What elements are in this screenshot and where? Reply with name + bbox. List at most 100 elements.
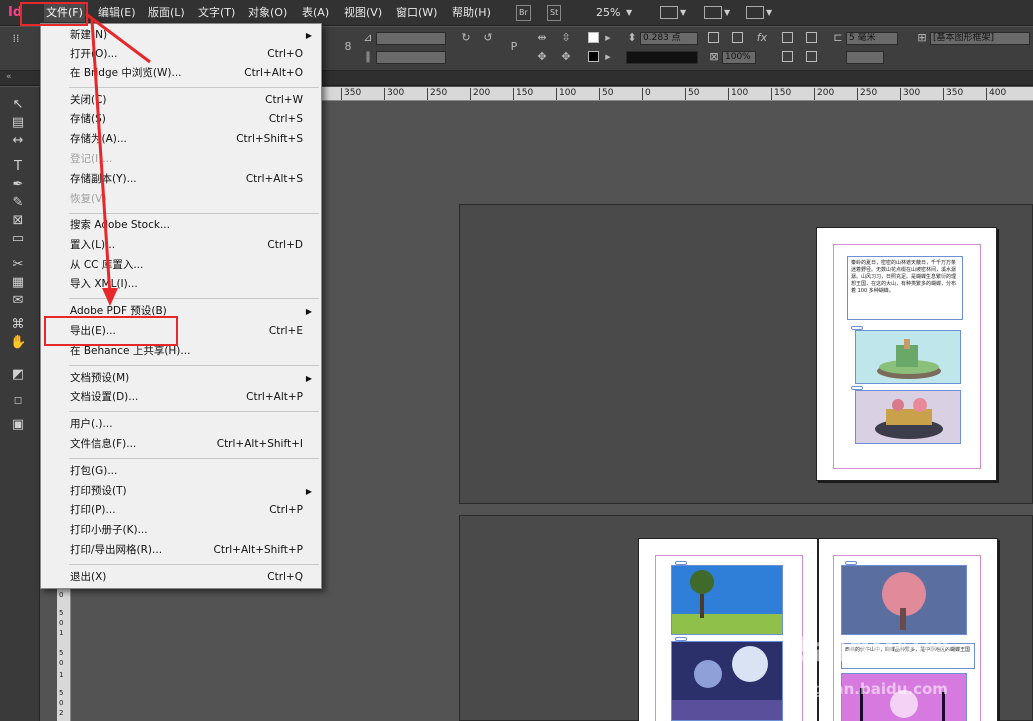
screen-mode-tool-icon[interactable]: ▣ (10, 417, 26, 433)
hruler-tick: 0 (642, 88, 651, 100)
content-fit-icon[interactable] (806, 51, 817, 62)
menu-item-print-export-grid[interactable]: 打印/导出网格(R)... Ctrl+Alt+Shift+P (41, 541, 321, 560)
frame-offset-icon: ⊏ (833, 31, 843, 44)
vruler-tick: 0 (59, 591, 64, 599)
corner-shape-select[interactable] (846, 51, 884, 64)
stroke-weight-field[interactable]: 0.283 点 (640, 32, 698, 45)
hruler-tick: 200 (814, 88, 834, 100)
stroke-caret-icon[interactable]: ▶ (602, 51, 614, 63)
fill-swatch-icon[interactable] (588, 32, 599, 43)
rotate-angle-field[interactable] (376, 32, 446, 45)
menu-separator (69, 411, 319, 412)
view-options-caret-icon[interactable]: ▼ (680, 4, 686, 22)
stroke-swatch-icon[interactable] (588, 51, 599, 62)
preview-mode-icon[interactable]: ◻ (10, 393, 26, 409)
menu-item-document-presets[interactable]: 文档预设(M) ▶ (41, 369, 321, 388)
menu-item-print[interactable]: 打印(P)... Ctrl+P (41, 501, 321, 520)
highlight-box-export (44, 316, 178, 346)
watermark-brand-cn: 经验 (895, 635, 952, 668)
menu-window[interactable]: 窗口(W) (394, 4, 439, 22)
hruler-tick: 400 (986, 88, 1006, 100)
hruler-tick: 350 (341, 88, 361, 100)
vruler-tick: 5 (59, 609, 64, 617)
hruler-tick: 300 (384, 88, 404, 100)
menu-item-document-setup[interactable]: 文档设置(D)... Ctrl+Alt+P (41, 388, 321, 407)
island-illustration-2 (856, 391, 960, 443)
rotate-cw-icon[interactable]: ↻ (460, 32, 472, 44)
vruler-tick: 1 (59, 671, 64, 679)
vruler-tick: 5 (59, 649, 64, 657)
menu-item-exit[interactable]: 退出(X) Ctrl+Q (41, 568, 321, 587)
vruler-tick: 1 (59, 629, 64, 637)
vruler-tick: 2 (59, 709, 64, 717)
object-style-select[interactable]: [基本图形框架] (930, 32, 1030, 45)
submenu-arrow-icon: ▶ (305, 374, 312, 383)
menu-item-label: 文档设置(D)... (70, 391, 139, 403)
menu-help[interactable]: 帮助(H) (450, 4, 493, 22)
tree-photo (672, 566, 782, 634)
flip-horizontal-icon[interactable]: ⇹ (536, 32, 548, 44)
image-frame-island-1[interactable] (855, 330, 961, 384)
fill-stroke-icon[interactable]: ◩ (10, 367, 26, 383)
shear-angle-field[interactable] (376, 51, 446, 64)
menu-item-shortcut: Ctrl+Alt+P (246, 391, 303, 403)
bridge-button[interactable]: Br (516, 5, 531, 21)
fitting-icon[interactable] (782, 51, 793, 62)
stroke-type-select[interactable] (626, 51, 698, 64)
link-proportions-icon[interactable]: 8 (342, 41, 354, 53)
effects-shadow-icon[interactable] (732, 32, 743, 43)
fill-caret-icon[interactable]: ▶ (602, 32, 614, 44)
menu-item-label: 打印小册子(K)... (70, 524, 148, 536)
hruler-tick: 50 (599, 88, 613, 100)
fx-icon[interactable]: fx (756, 32, 768, 44)
rotate-angle-icon: ⊿ (363, 31, 373, 44)
frame-offset-field[interactable]: 5 毫米 (846, 32, 898, 45)
image-frame-moon[interactable] (671, 641, 783, 721)
hruler-tick: 250 (427, 88, 447, 100)
select-previous-icon[interactable]: ✥ (536, 51, 548, 63)
arrange-documents-icon[interactable] (746, 6, 764, 19)
screen-mode-icon[interactable] (704, 6, 722, 19)
menu-item-shortcut: Ctrl+E (268, 325, 303, 337)
arrange-caret-icon[interactable]: ▼ (766, 4, 772, 22)
select-next-icon[interactable]: ✥ (560, 51, 572, 63)
menu-item-file-info[interactable]: 文件信息(F)... Ctrl+Alt+Shift+I (41, 435, 321, 454)
opacity-icon: ⊠ (709, 50, 719, 63)
vruler-tick: 0 (59, 659, 64, 667)
stroke-weight-stepper-icon[interactable]: ⬍ (626, 32, 638, 44)
menu-item-print-presets[interactable]: 打印预设(T) ▶ (41, 482, 321, 501)
hruler-tick: 250 (857, 88, 877, 100)
align-icon[interactable] (806, 32, 817, 43)
opacity-field[interactable]: 100% (722, 51, 756, 64)
menu-item-user[interactable]: 用户(.)... (41, 415, 321, 434)
moon-photo (672, 642, 782, 720)
menu-item-package[interactable]: 打包(G)... (41, 462, 321, 481)
hand-tool-icon[interactable]: ✋ (10, 335, 26, 351)
image-frame-tree[interactable] (671, 565, 783, 635)
watermark-url: jingyan.baidu.com (792, 680, 948, 698)
menu-view[interactable]: 视图(V) (342, 4, 384, 22)
select-container-icon[interactable]: P (508, 41, 520, 53)
screen-mode-caret-icon[interactable]: ▼ (724, 4, 730, 22)
zoom-dropdown-icon[interactable]: ▼ (626, 4, 632, 22)
view-options-icon[interactable] (660, 6, 678, 19)
annotation-arrows (85, 12, 151, 306)
arrow-head-icon (102, 288, 118, 306)
menu-item-shortcut: Ctrl+Q (267, 571, 303, 583)
zoom-level[interactable]: 25% (596, 4, 620, 22)
page-1[interactable]: 秦岭的夏日，密密的山林遮天蔽日，千千万万条迷着野径。无数山花点缀在山坡密林间，溪… (816, 227, 997, 481)
image-frame-island-2[interactable] (855, 390, 961, 444)
stock-button[interactable]: St (547, 5, 562, 21)
pink-tree-illustration (842, 566, 966, 634)
flip-vertical-icon[interactable]: ⇳ (560, 32, 572, 44)
text-frame[interactable]: 秦岭的夏日，密密的山林遮天蔽日，千千万万条迷着野径。无数山花点缀在山坡密林间，溪… (847, 256, 963, 320)
text-wrap-icon[interactable] (782, 32, 793, 43)
rotate-ccw-icon[interactable]: ↺ (482, 32, 494, 44)
effects-frame-icon[interactable] (708, 32, 719, 43)
hruler-tick: 50 (685, 88, 699, 100)
horizontal-ruler: 350 300 250 200 150 100 50 0 50 100 150 … (321, 87, 1033, 101)
menu-item-print-booklet[interactable]: 打印小册子(K)... (41, 521, 321, 540)
shear-angle-icon: ∥ (365, 50, 371, 63)
vruler-tick: 0 (59, 699, 64, 707)
image-frame-pink-tree[interactable] (841, 565, 967, 635)
